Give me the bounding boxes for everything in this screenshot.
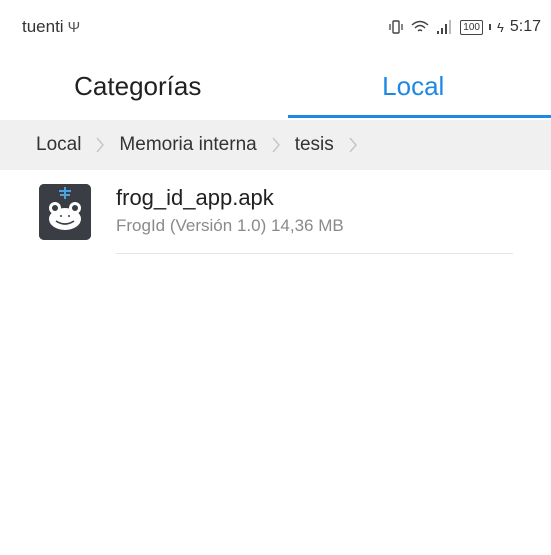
battery-tip — [488, 24, 491, 30]
tab-local[interactable]: Local — [276, 54, 551, 118]
breadcrumb-tesis[interactable]: tesis — [295, 134, 334, 156]
breadcrumb-local[interactable]: Local — [36, 134, 81, 156]
file-manager-screen: tuenti Ψ 100 ϟ 5:17 Categorías Local Loc… — [0, 0, 551, 555]
wifi-icon — [410, 20, 430, 34]
tab-bar: Categorías Local — [0, 54, 551, 118]
chevron-right-icon — [95, 136, 105, 154]
status-bar: tuenti Ψ 100 ϟ 5:17 — [0, 0, 551, 54]
battery-level: 100 — [463, 21, 480, 33]
breadcrumb: Local Memoria interna tesis — [0, 120, 551, 170]
breadcrumb-memoria-interna[interactable]: Memoria interna — [119, 134, 256, 156]
charging-icon: ϟ — [496, 19, 504, 35]
chevron-right-icon — [271, 136, 281, 154]
list-divider — [116, 253, 513, 254]
status-right: 100 ϟ 5:17 — [388, 18, 541, 36]
vibrate-icon — [388, 20, 404, 34]
usb-icon: Ψ — [67, 18, 81, 36]
tab-categorias[interactable]: Categorías — [0, 54, 276, 118]
tab-local-label: Local — [382, 70, 445, 101]
status-left: tuenti Ψ — [22, 17, 80, 37]
file-name: frog_id_app.apk — [116, 185, 274, 210]
tab-categorias-label: Categorías — [74, 70, 202, 101]
clock: 5:17 — [509, 18, 541, 35]
file-meta: FrogId (Versión 1.0) 14,36 MB — [116, 216, 344, 235]
battery-icon: 100 — [460, 19, 483, 35]
chevron-right-icon — [348, 136, 358, 154]
frog-app-icon — [39, 184, 91, 240]
list-item[interactable]: frog_id_app.apk FrogId (Versión 1.0) 14,… — [0, 176, 551, 254]
carrier-label: tuenti — [22, 17, 64, 36]
signal-icon — [436, 20, 454, 34]
file-text: frog_id_app.apk FrogId (Versión 1.0) 14,… — [116, 184, 344, 238]
